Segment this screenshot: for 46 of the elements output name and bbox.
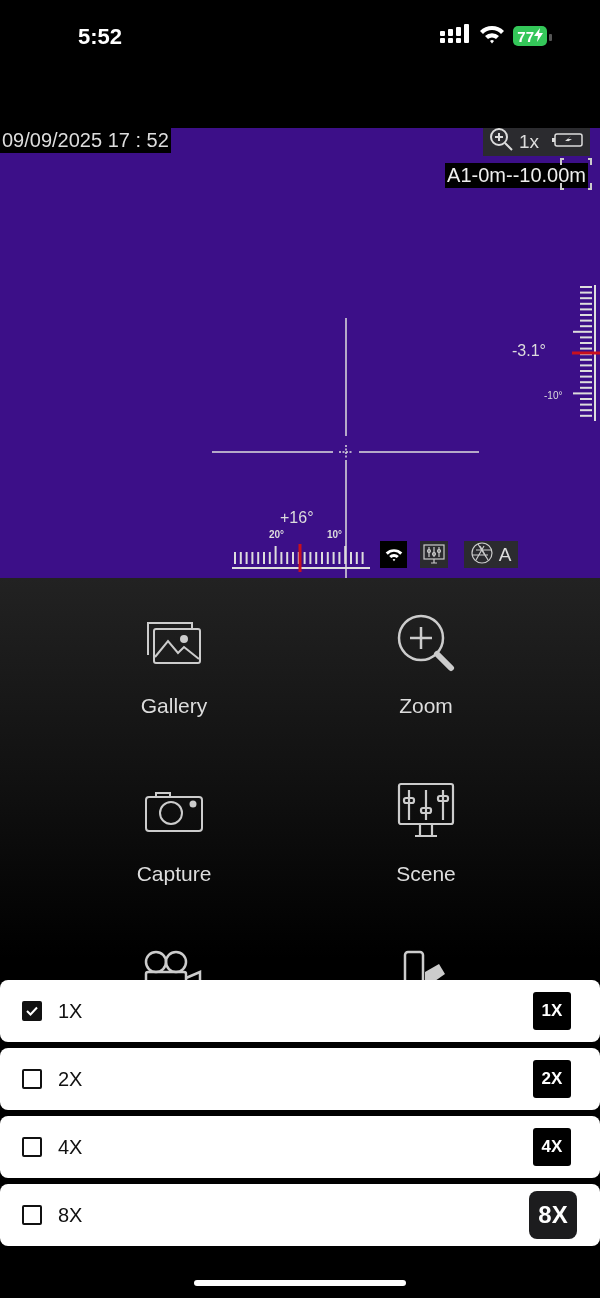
menu-item[interactable]: Zoom — [300, 614, 552, 782]
zoom-option[interactable]: 1X 1X — [0, 980, 600, 1042]
wifi-icon — [479, 24, 506, 44]
roll-angle: +16° — [280, 509, 314, 527]
battery-cap-icon — [549, 34, 552, 41]
pitch-angle: -3.1° — [512, 342, 546, 360]
check-icon — [26, 1006, 38, 1016]
video-camera-icon[interactable] — [144, 950, 204, 980]
option-label: 1X — [58, 999, 84, 1023]
camera-icon — [144, 789, 204, 833]
aperture-icon — [470, 541, 493, 564]
zoom-in-icon — [488, 128, 514, 152]
zoom-readout: 1x — [518, 131, 539, 153]
menu-item[interactable]: Gallery — [48, 614, 300, 782]
scene-icon — [397, 782, 455, 840]
checkbox[interactable] — [22, 1137, 42, 1157]
charging-icon — [534, 27, 543, 42]
range-reading: A1-0m--10.00m — [445, 163, 588, 188]
battery-icon — [552, 132, 584, 148]
option-label: 2X — [58, 1067, 84, 1091]
signal-icon — [440, 24, 472, 44]
exposure-mode: A — [498, 543, 512, 566]
scale-label: 20° — [269, 529, 285, 540]
zoom-badge: 8X — [529, 1191, 577, 1239]
clock-time: 5:52 — [78, 24, 123, 50]
zoom-option[interactable]: 2X 2X — [0, 1048, 600, 1110]
battery-level: 77 — [513, 26, 547, 46]
menu-item[interactable]: Capture — [48, 782, 300, 950]
zoom-badge: 1X — [533, 992, 571, 1030]
scale-label: -10° — [544, 390, 563, 401]
zoom-option[interactable]: 8X 8X — [0, 1184, 600, 1246]
gallery-icon — [146, 621, 202, 665]
checkbox[interactable] — [22, 1205, 42, 1225]
menu-item[interactable]: Scene — [300, 782, 552, 950]
checkbox[interactable] — [22, 1069, 42, 1089]
zoom-badge: 4X — [533, 1128, 571, 1166]
checkbox[interactable] — [22, 1001, 42, 1021]
zoom-option[interactable]: 4X 4X — [0, 1116, 600, 1178]
zoom-badge: 2X — [533, 1060, 571, 1098]
zoom-in-icon — [397, 614, 455, 672]
scene-icon — [423, 543, 445, 566]
wifi-icon — [384, 547, 403, 562]
option-label: 4X — [58, 1135, 84, 1159]
option-label: 8X — [58, 1203, 84, 1227]
timestamp: 09/09/2025 17 : 52 — [0, 128, 171, 153]
scale-label: 10° — [327, 529, 343, 540]
